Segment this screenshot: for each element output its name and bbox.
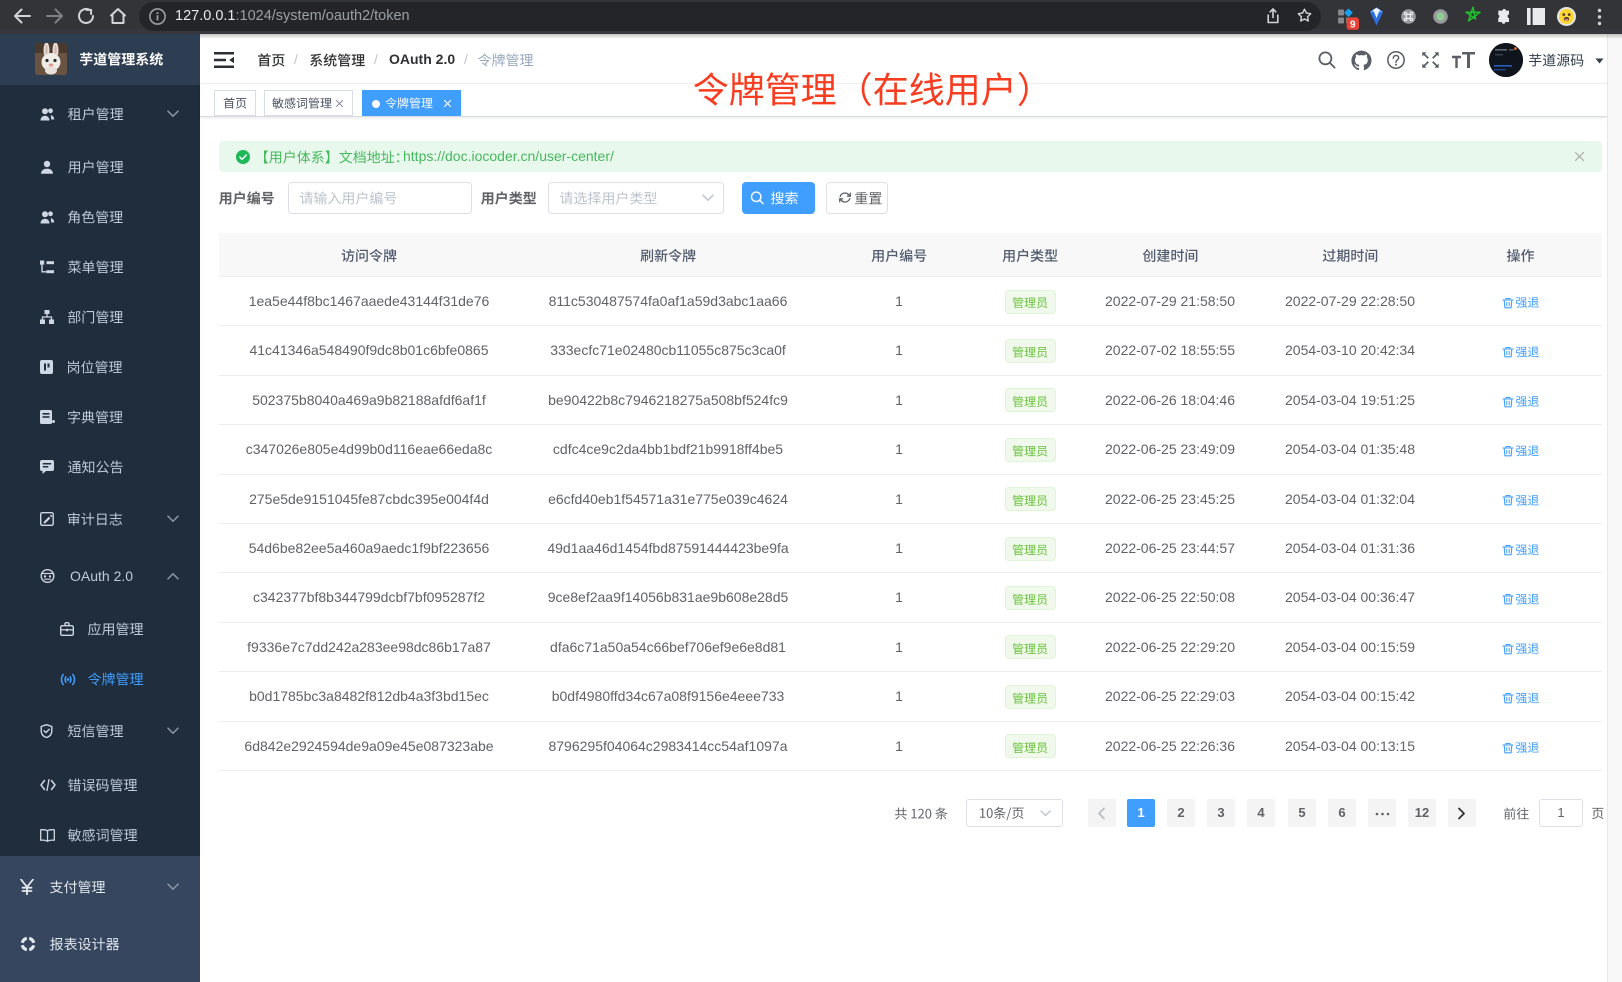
svg-text:9: 9 [1350,19,1356,30]
